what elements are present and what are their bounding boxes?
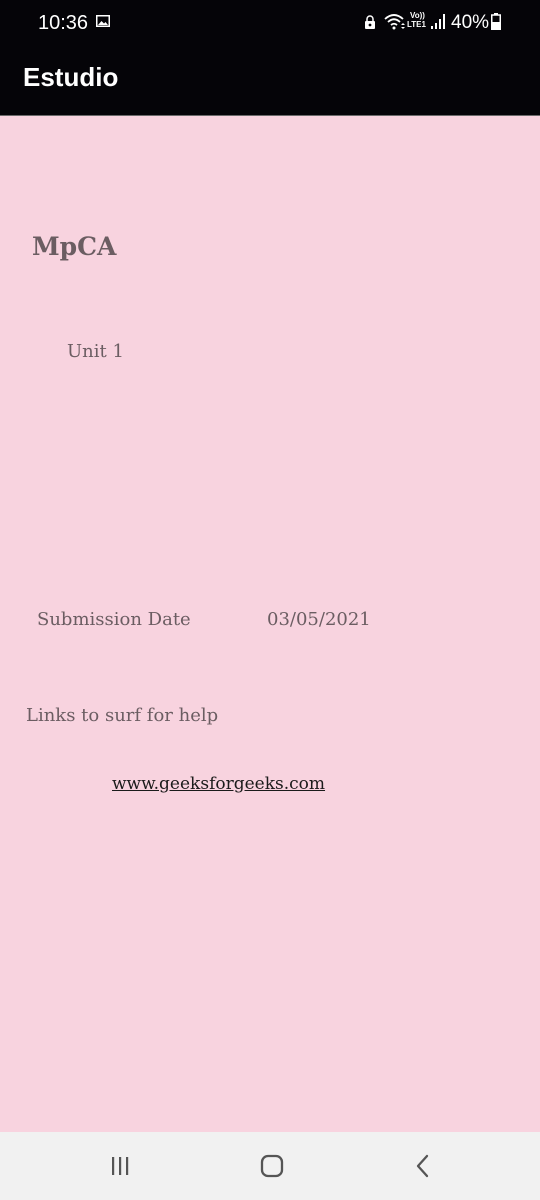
status-time: 10:36 (38, 12, 89, 34)
home-icon[interactable] (255, 1150, 289, 1182)
submission-date-value: 03/05/2021 (267, 609, 371, 630)
battery-icon (491, 13, 501, 30)
app-bar: Estudio (0, 48, 540, 116)
recents-icon[interactable] (103, 1150, 137, 1182)
app-title: Estudio (23, 62, 119, 92)
help-link[interactable]: www.geeksforgeeks.com (112, 774, 325, 794)
signal-icon (431, 14, 445, 29)
wifi-icon (384, 14, 405, 30)
volte-icon: Vo)) LTE1 (407, 12, 429, 32)
navigation-bar (0, 1132, 540, 1200)
submission-date-label: Submission Date (37, 609, 191, 630)
links-heading: Links to surf for help (26, 705, 219, 726)
gallery-icon (96, 15, 110, 27)
status-bar: 10:36 Vo)) LTE1 40% (0, 0, 540, 48)
lock-icon (365, 15, 375, 29)
volte-label: Vo)) (410, 11, 425, 20)
course-title: MpCA (32, 232, 117, 261)
back-icon[interactable] (406, 1150, 440, 1182)
lte-label: LTE1 (407, 20, 426, 29)
battery-percent: 40% (451, 12, 490, 33)
unit-label: Unit 1 (67, 341, 124, 362)
